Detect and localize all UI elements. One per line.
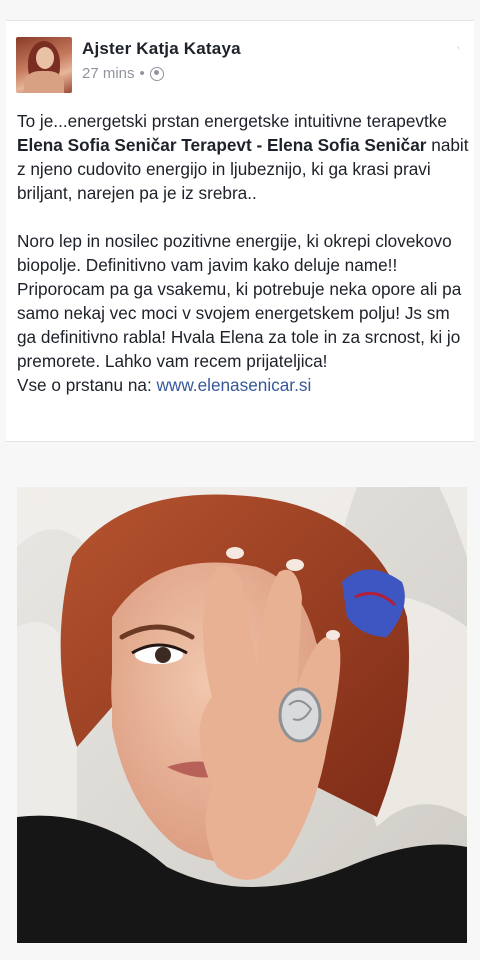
post-paragraph-1: To je...energetski prstan energetske int…	[17, 109, 469, 205]
post-timestamp[interactable]: 27 mins	[82, 65, 135, 82]
post-paragraph-2: Noro lep in nosilec pozitivne energije, …	[17, 231, 462, 371]
chevron-down-icon[interactable]: ‘	[455, 41, 470, 56]
website-link[interactable]: www.elenasenicar.si	[157, 375, 312, 395]
feed-page: Ajster Katja Kataya 27 mins • ‘ To je...…	[0, 0, 480, 960]
paragraph-1-text-a: To je...energetski prstan energetske int…	[17, 111, 447, 131]
post-photo[interactable]	[17, 487, 467, 943]
link-prefix: Vse o prstanu na:	[17, 375, 157, 395]
avatar[interactable]	[16, 37, 72, 93]
post-link-line: Vse o prstanu na: www.elenasenicar.si	[17, 373, 469, 397]
meta-separator: •	[139, 65, 145, 82]
post-header: Ajster Katja Kataya 27 mins •	[16, 37, 241, 93]
post-text: To je...energetski prstan energetske int…	[17, 109, 469, 397]
globe-icon	[149, 66, 164, 81]
photo-illustration	[17, 487, 467, 943]
author-block: Ajster Katja Kataya 27 mins •	[82, 39, 241, 82]
tagged-page-name[interactable]: Elena Sofia Seničar Terapevt - Elena Sof…	[17, 135, 426, 155]
post-meta: 27 mins •	[82, 65, 241, 82]
author-name[interactable]: Ajster Katja Kataya	[82, 39, 241, 59]
post-card: Ajster Katja Kataya 27 mins • ‘ To je...…	[6, 20, 474, 442]
